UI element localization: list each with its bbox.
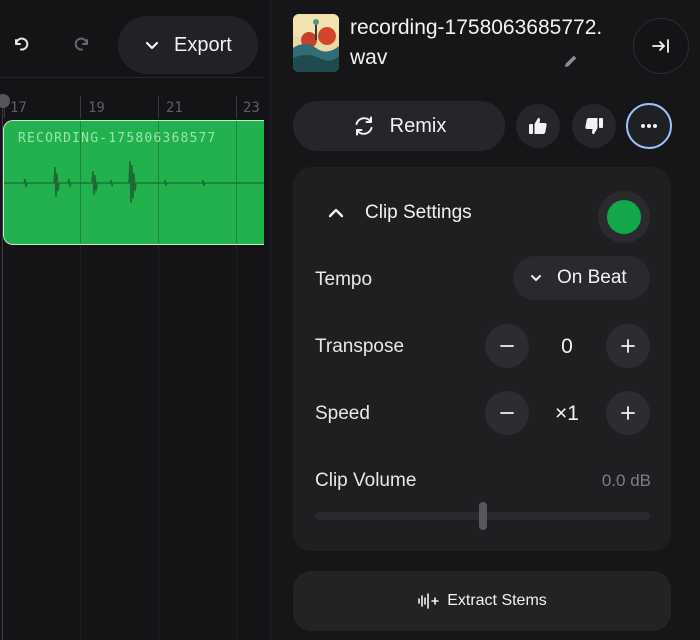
chevron-down-icon [531,275,541,281]
minus-icon [500,412,514,414]
tempo-label: Tempo [315,269,373,290]
export-button[interactable]: Export [118,16,258,74]
clip-volume-slider-thumb[interactable] [478,502,487,530]
redo-button[interactable] [64,26,100,62]
waveform [4,160,264,204]
thumbs-down-icon [585,118,603,135]
arrow-right-to-bar-icon [652,39,669,53]
ruler-number: 23 [243,100,260,116]
speed-increase-button[interactable] [606,391,650,435]
more-options-button[interactable] [626,103,672,149]
more-horizontal-icon [641,124,657,128]
extract-stems-label: Extract Stems [447,592,547,609]
redo-icon [74,37,88,51]
undo-icon [15,37,29,51]
cover-art [293,14,339,72]
plus-icon [621,339,635,353]
clip-settings-title: Clip Settings [365,202,472,223]
thumbs-up-icon [529,117,547,134]
tempo-value: On Beat [557,267,627,288]
chevron-up-icon [328,208,344,218]
waveform-plus-icon [418,593,440,609]
undo-button[interactable] [3,26,39,62]
clip-panel: recording-1758063685772.wav Remix Clip S… [270,0,700,640]
timeline-area: Export 17 19 21 23 RECORDING-17580636857… [0,0,264,640]
minus-icon [500,345,514,347]
clip-color-button[interactable] [598,191,650,243]
export-label: Export [174,33,232,56]
clip-settings-toggle[interactable]: Clip Settings [327,202,472,224]
plus-icon [621,406,635,420]
collapse-panel-button[interactable] [633,18,689,74]
clip-settings-card: Clip Settings Tempo On Beat Transpose 0 … [293,167,671,551]
ruler-number: 19 [88,100,105,116]
timeline-toolbar: Export [0,0,264,78]
clip-volume-value: 0.0 dB [601,471,651,490]
speed-label: Speed [315,403,370,424]
speed-value: ×1 [555,402,579,425]
dislike-button[interactable] [572,104,616,148]
chevron-down-icon [145,41,159,50]
remix-button[interactable]: Remix [293,101,505,151]
tempo-select[interactable]: On Beat [513,256,650,300]
transpose-value: 0 [561,335,573,358]
ruler-number: 17 [10,100,27,116]
transpose-increase-button[interactable] [606,324,650,368]
transpose-label: Transpose [315,336,405,357]
clip-title: RECORDING-175806368577 [18,131,217,146]
panel-header: recording-1758063685772.wav [271,0,700,90]
pencil-icon[interactable] [563,53,579,69]
clip-color-swatch [607,200,641,234]
transpose-decrease-button[interactable] [485,324,529,368]
remix-label: Remix [389,114,447,137]
speed-decrease-button[interactable] [485,391,529,435]
ruler-number: 21 [166,100,183,116]
extract-stems-button[interactable]: Extract Stems [293,571,671,631]
refresh-icon [355,116,373,136]
timeline-ruler[interactable]: 17 19 21 23 [0,78,264,118]
like-button[interactable] [516,104,560,148]
audio-clip[interactable]: RECORDING-175806368577 [3,120,264,245]
clip-volume-label: Clip Volume [315,470,417,491]
